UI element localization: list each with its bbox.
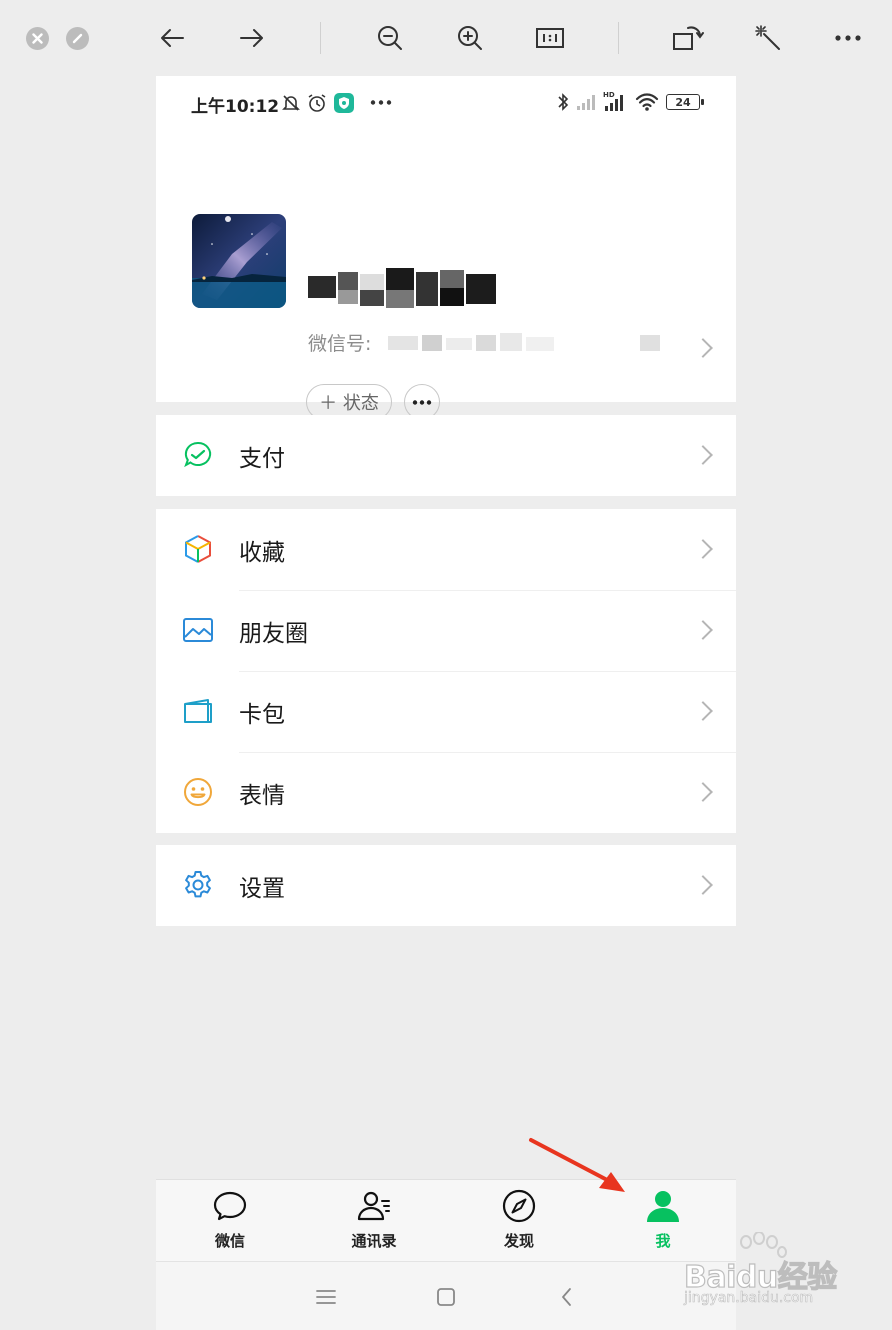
bottom-tab-bar: 微信 通讯录 发现 我: [156, 1179, 736, 1261]
menu-label: 支付: [239, 445, 285, 472]
back-chevron-icon[interactable]: [552, 1282, 582, 1312]
nickname-redacted: [308, 268, 508, 308]
status-button-label: ＋ 状态: [319, 393, 379, 414]
rotate-icon[interactable]: [670, 20, 706, 56]
more-dots-icon: [412, 399, 432, 405]
more-notifications-icon: [370, 100, 392, 105]
status-bar: 上午10:12 HD 24: [156, 76, 736, 128]
chevron-right-icon: [693, 539, 713, 559]
chevron-right-icon: [693, 445, 713, 465]
shield-app-icon: [334, 93, 354, 113]
menu-item-cards[interactable]: 卡包: [156, 671, 736, 752]
moments-picture-icon: [183, 618, 213, 642]
profile-chevron-icon: [693, 338, 713, 358]
status-time: 上午10:12: [191, 97, 280, 117]
tab-chats[interactable]: 微信: [170, 1180, 290, 1262]
signal-weak-icon: [577, 95, 595, 110]
toolbar-divider: [320, 22, 321, 54]
tab-label: 发现: [503, 1232, 534, 1250]
svg-text:HD: HD: [603, 91, 615, 99]
wechat-id-label: 微信号:: [308, 333, 372, 355]
system-nav-bar: [156, 1261, 736, 1330]
person-icon: [647, 1191, 679, 1222]
menu-label: 收藏: [239, 539, 285, 566]
signal-hd-icon: HD: [603, 91, 623, 111]
pay-icon: [184, 441, 212, 468]
battery-tip: [701, 99, 704, 105]
actual-size-icon[interactable]: [532, 20, 568, 56]
close-window-icon[interactable]: [26, 27, 49, 50]
contacts-icon: [357, 1191, 390, 1221]
tab-label: 通讯录: [351, 1232, 397, 1250]
chevron-right-icon: [693, 782, 713, 802]
menu-group-settings: 设置: [156, 845, 736, 926]
chevron-right-icon: [693, 620, 713, 640]
menu-item-favorites[interactable]: 收藏: [156, 509, 736, 590]
gear-icon: [185, 871, 211, 898]
toolbar-divider: [618, 22, 619, 54]
battery-indicator: 24: [666, 94, 700, 110]
menu-label: 表情: [239, 782, 285, 809]
chevron-right-icon: [693, 875, 713, 895]
baidu-jingyan-watermark: Baidu经验 jingyan.baidu.com: [682, 1231, 852, 1312]
menu-item-pay[interactable]: 支付: [156, 415, 736, 496]
menu-label: 设置: [239, 875, 285, 902]
back-arrow-icon[interactable]: [154, 20, 190, 56]
profile-header[interactable]: 微信号: ＋ 状态: [156, 128, 736, 420]
chevron-right-icon: [693, 701, 713, 721]
menu-label: 朋友圈: [239, 620, 308, 647]
mute-bell-icon: [282, 95, 300, 111]
menu-item-settings[interactable]: 设置: [156, 845, 736, 926]
menu-item-stickers[interactable]: 表情: [156, 752, 736, 833]
favorites-cube-icon: [185, 535, 211, 563]
avatar[interactable]: [192, 214, 286, 308]
fullscreen-window-icon[interactable]: [66, 27, 89, 50]
menu-item-moments[interactable]: 朋友圈: [156, 590, 736, 671]
bluetooth-icon: [558, 93, 569, 111]
card-wallet-icon: [184, 699, 212, 723]
wechat-id-redacted: [388, 333, 668, 353]
watermark-url: jingyan.baidu.com: [684, 1290, 814, 1307]
alarm-icon: [308, 94, 326, 112]
tab-label: 微信: [214, 1232, 245, 1250]
forward-arrow-icon[interactable]: [234, 20, 270, 56]
zoom-out-icon[interactable]: [372, 20, 408, 56]
zoom-in-icon[interactable]: [452, 20, 488, 56]
menu-group-main: 收藏 朋友圈 卡包 表情: [156, 509, 736, 833]
chat-bubble-icon: [213, 1191, 247, 1221]
home-square-icon[interactable]: [431, 1282, 461, 1312]
phone-screen: 上午10:12 HD 24 微信号: ＋ 状态 支付 收藏 朋友圈 卡包 表情 …: [156, 76, 736, 1330]
red-annotation-arrow: [529, 1138, 625, 1192]
menu-lines-icon[interactable]: [311, 1282, 341, 1312]
viewer-toolbar: [0, 0, 892, 76]
wifi-icon: [635, 93, 659, 111]
magic-wand-icon[interactable]: [750, 20, 786, 56]
smiley-face-icon: [184, 778, 212, 806]
menu-label: 卡包: [239, 701, 285, 728]
more-options-icon[interactable]: [830, 20, 866, 56]
menu-group-pay: 支付: [156, 415, 736, 496]
tab-contacts[interactable]: 通讯录: [314, 1180, 434, 1262]
